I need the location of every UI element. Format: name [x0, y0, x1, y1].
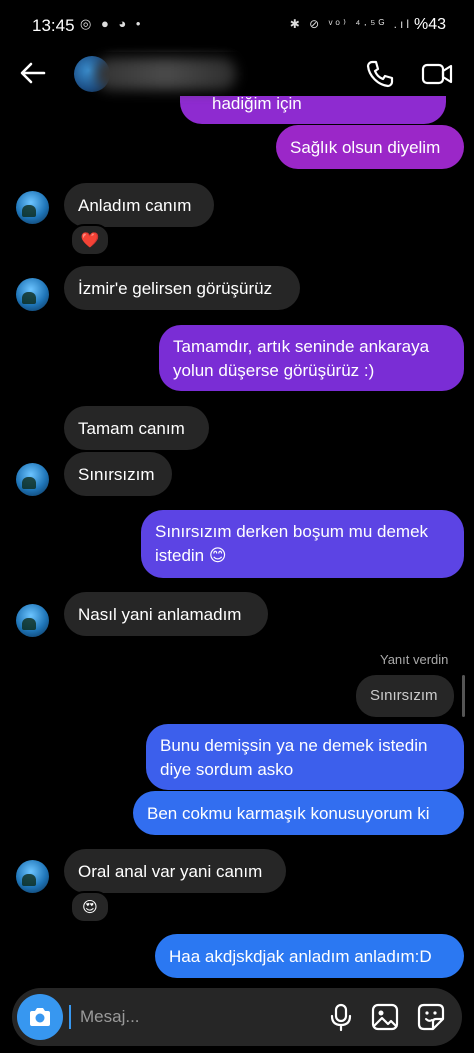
message-incoming[interactable]: Oral anal var yani canım: [64, 849, 286, 893]
message-outgoing[interactable]: Sınırsızım derken boşum mu demek istedin…: [141, 510, 464, 578]
message-input[interactable]: [72, 1002, 278, 1032]
signal-icons: ✱ ⊘ ᵛᵒ⁾ ⁴·⁵ᴳ .ıl: [289, 17, 412, 31]
video-camera-icon[interactable]: [420, 58, 454, 90]
message-outgoing[interactable]: Bunu demişsin ya ne demek istedin diye s…: [146, 724, 464, 790]
message-text: Sınırsızım derken boşum mu demek istedin…: [155, 522, 429, 565]
message-incoming[interactable]: Nasıl yani anlamadım: [64, 592, 268, 636]
message-text: Sağlık olsun diyelim: [290, 138, 441, 157]
image-icon[interactable]: [370, 1002, 400, 1032]
heart-eyes-icon: 😍: [82, 899, 98, 916]
message-text: İzmir'e gelirsen görüşürüz: [78, 279, 273, 298]
message-text: Bunu demişsin ya ne demek istedin diye s…: [160, 736, 428, 779]
message-incoming[interactable]: Anladım canım: [64, 183, 214, 227]
message-text: Oral anal var yani canım: [78, 862, 263, 881]
message-outgoing[interactable]: Ben cokmu karmaşık konusuyorum ki: [133, 791, 464, 835]
notification-icons: ◎ ● ◕ •: [80, 16, 144, 31]
message-incoming[interactable]: İzmir'e gelirsen görüşürüz: [64, 266, 300, 310]
message-incoming[interactable]: Sınırsızım: [64, 452, 172, 496]
avatar[interactable]: [16, 604, 49, 637]
avatar[interactable]: [16, 191, 49, 224]
battery-level: %43: [413, 16, 446, 33]
text-caret: [69, 1005, 71, 1029]
message-composer: [12, 988, 462, 1046]
message-text: Anladım canım: [78, 196, 192, 215]
message-outgoing[interactable]: Tamamdır, artık seninde ankaraya yolun d…: [159, 325, 464, 391]
camera-icon: [30, 1008, 50, 1026]
status-bar: 13:45 ◎ ● ◕ • ✱ ⊘ ᵛᵒ⁾ ⁴·⁵ᴳ .ıl %43: [0, 0, 474, 52]
reply-quoted-message[interactable]: Sınırsızım: [356, 675, 454, 717]
message-text: Haa akdjskdjak anladım anladım:D: [169, 947, 432, 966]
avatar[interactable]: [16, 278, 49, 311]
phone-icon[interactable]: [364, 58, 396, 90]
message-text: Tamamdır, artık seninde ankaraya yolun d…: [173, 337, 430, 380]
reaction-heart[interactable]: ❤️: [70, 224, 110, 256]
message-incoming[interactable]: Tamam canım: [64, 406, 209, 450]
microphone-icon[interactable]: [326, 1002, 356, 1032]
reaction-heart-eyes[interactable]: 😍: [70, 891, 110, 923]
contact-name-blurred[interactable]: [96, 58, 236, 90]
message-text: Nasıl yani anlamadım: [78, 605, 242, 624]
camera-button[interactable]: [17, 994, 63, 1040]
message-text: Ben cokmu karmaşık konusuyorum ki: [147, 804, 430, 823]
reply-bar: [462, 675, 465, 717]
message-outgoing[interactable]: Haa akdjskdjak anladım anladım:D: [155, 934, 464, 978]
heart-icon: ❤️: [80, 232, 100, 249]
quoted-text: Sınırsızım: [370, 687, 438, 704]
arrow-left-icon[interactable]: [18, 58, 48, 88]
message-text: Sınırsızım: [78, 465, 155, 484]
avatar[interactable]: [16, 463, 49, 496]
status-time: 13:45: [32, 16, 75, 35]
message-outgoing[interactable]: Sağlık olsun diyelim: [276, 125, 464, 169]
reply-label: Yanıt verdin: [380, 652, 449, 667]
avatar[interactable]: [16, 860, 49, 893]
sticker-icon[interactable]: [416, 1002, 446, 1032]
message-text: hadiğim için: [212, 94, 302, 113]
message-text: Tamam canım: [78, 419, 185, 438]
